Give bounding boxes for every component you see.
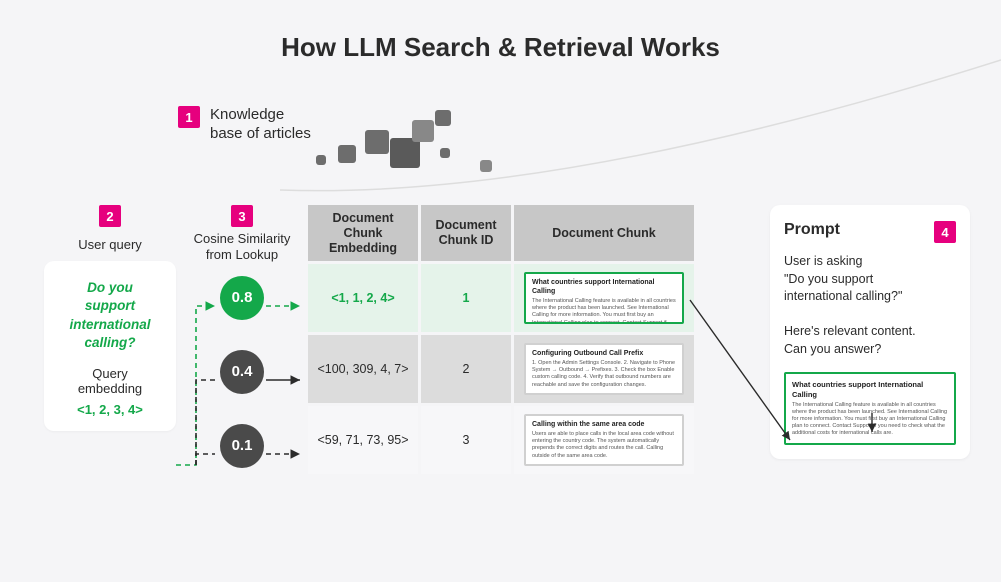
user-query-text: Do you support international calling? — [54, 279, 166, 352]
doc-card-3: Calling within the same area code Users … — [524, 414, 684, 466]
step-1-knowledge-base: 1 Knowledgebase of articles — [178, 106, 311, 144]
step-2-label: User query — [44, 237, 176, 253]
cell-embedding-1: <1, 1, 2, 4> — [308, 264, 418, 332]
articles-cluster-icon — [310, 100, 530, 190]
prompt-doc-card: What countries support International Cal… — [784, 372, 956, 445]
cell-id-1: 1 — [421, 264, 511, 332]
prompt-body: User is asking "Do you support internati… — [784, 253, 956, 358]
doc-card-1: What countries support International Cal… — [524, 272, 684, 324]
cell-id-2: 2 — [421, 335, 511, 403]
th-embedding: DocumentChunkEmbedding — [308, 205, 418, 261]
cell-chunk-3: Calling within the same area code Users … — [514, 406, 694, 474]
cell-chunk-1: What countries support International Cal… — [514, 264, 694, 332]
step-1-badge: 1 — [178, 106, 200, 128]
th-chunk-id: DocumentChunk ID — [421, 205, 511, 261]
user-query-column: 2 User query Do you support internationa… — [44, 205, 176, 431]
th-chunk: Document Chunk — [514, 205, 694, 261]
cell-chunk-2: Configuring Outbound Call Prefix 1. Open… — [514, 335, 694, 403]
similarity-score-3: 0.1 — [220, 424, 264, 468]
similarity-score-2: 0.4 — [220, 350, 264, 394]
step-4-badge: 4 — [934, 221, 956, 243]
results-table: DocumentChunkEmbedding <1, 1, 2, 4> <100… — [308, 205, 694, 474]
cell-embedding-2: <100, 309, 4, 7> — [308, 335, 418, 403]
step-2-badge: 2 — [99, 205, 121, 227]
page-title: How LLM Search & Retrieval Works — [0, 0, 1001, 63]
query-embedding-label: Queryembedding — [54, 366, 166, 396]
prompt-title: Prompt — [784, 221, 840, 239]
step-3-label: Cosine Similarityfrom Lookup — [194, 231, 291, 264]
similarity-score-1: 0.8 — [220, 276, 264, 320]
query-embedding-value: <1, 2, 3, 4> — [54, 402, 166, 417]
cell-id-3: 3 — [421, 406, 511, 474]
cosine-similarity-column: 3 Cosine Similarityfrom Lookup 0.8 0.4 0… — [182, 205, 302, 468]
step-1-label: Knowledgebase of articles — [210, 106, 311, 144]
step-3-badge: 3 — [231, 205, 253, 227]
cell-embedding-3: <59, 71, 73, 95> — [308, 406, 418, 474]
doc-card-2: Configuring Outbound Call Prefix 1. Open… — [524, 343, 684, 395]
prompt-card: Prompt 4 User is asking "Do you support … — [770, 205, 970, 459]
user-query-card: Do you support international calling? Qu… — [44, 261, 176, 431]
